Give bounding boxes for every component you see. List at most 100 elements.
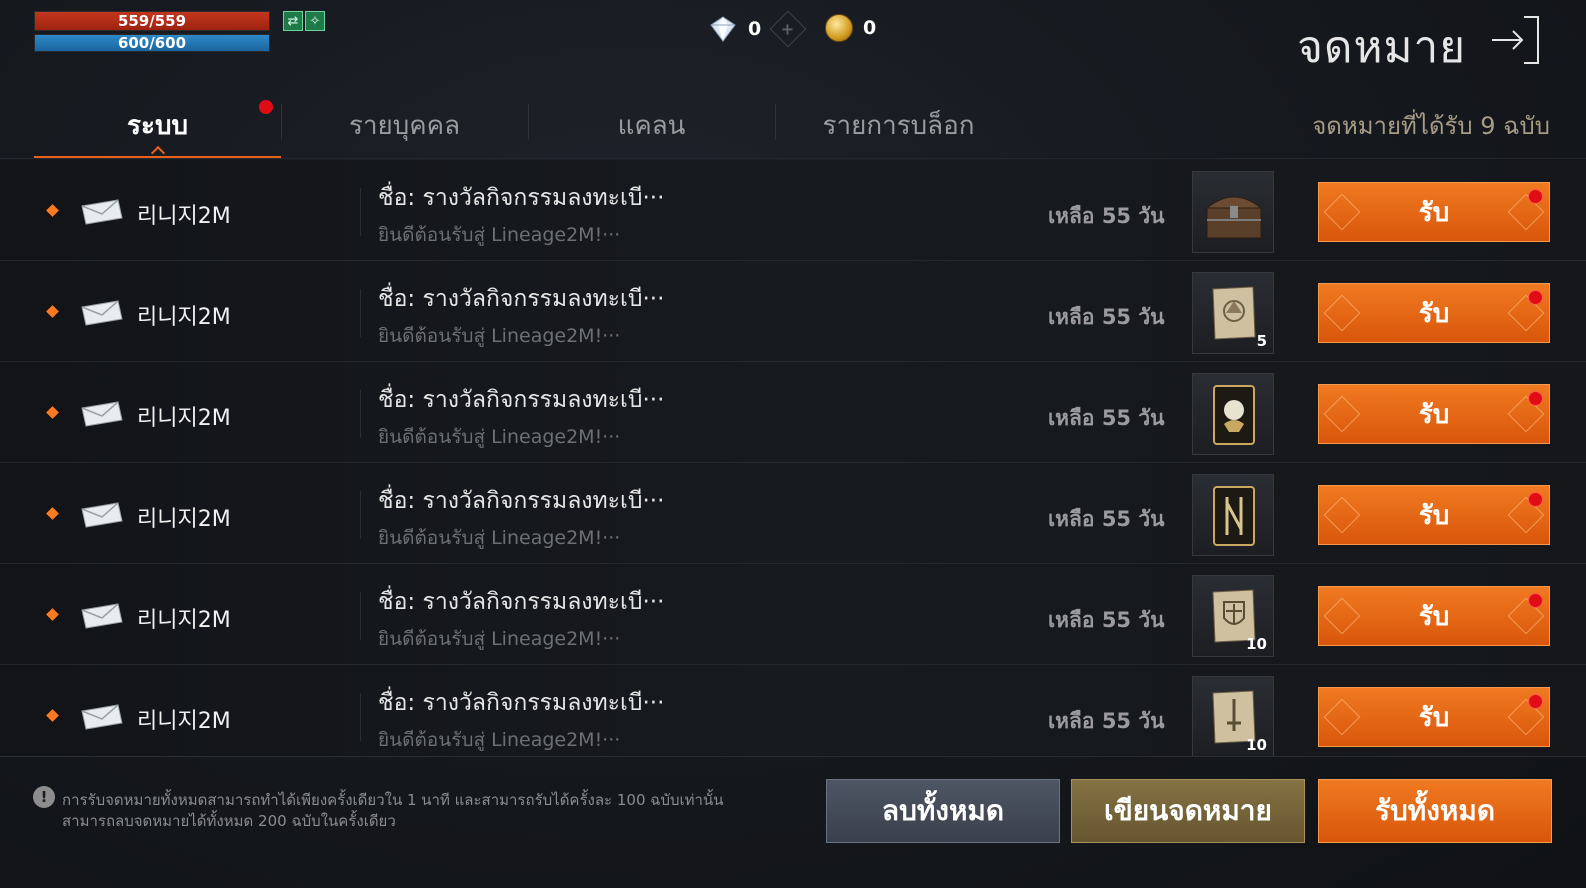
decoration (1323, 597, 1361, 635)
mp-text: 600/600 (117, 34, 187, 52)
tab-label: แคลน (617, 111, 686, 141)
mail-row[interactable]: 리니지2M ชื่อ: รางวัลกิจกรรมลงทะเบี··· ยินด… (0, 261, 1586, 362)
unread-bullet-icon (46, 608, 59, 621)
receive-button[interactable]: รับ (1318, 485, 1550, 545)
diamond-currency: 0 + (708, 10, 807, 48)
mail-row[interactable]: 리니지2M ชื่อ: รางวัลกิจกรรมลงทะเบี··· ยินด… (0, 160, 1586, 261)
notification-dot (259, 100, 273, 114)
notice-line: การรับจดหมายทั้งหมดสามารถทำได้เพียงครั้ง… (62, 791, 724, 809)
receive-button-label: รับ (1418, 702, 1450, 733)
write-mail-button[interactable]: เขียนจดหมาย (1071, 779, 1305, 843)
notification-dot (1528, 492, 1543, 507)
treasure-chest-icon (1205, 196, 1263, 239)
tab-blocklist[interactable]: รายการบล็อก (775, 92, 1022, 159)
notification-dot (1528, 593, 1543, 608)
receive-all-button[interactable]: รับทั้งหมด (1318, 779, 1552, 843)
divider (360, 693, 361, 741)
hp-text: 559/559 (117, 12, 187, 30)
mail-preview: ยินดีต้อนรับสู่ Lineage2M!··· (378, 426, 621, 448)
notification-dot (1528, 189, 1543, 204)
unread-bullet-icon (46, 406, 59, 419)
decoration (1323, 698, 1361, 736)
mail-tabs: ระบบ รายบุคคล แคลน รายการบล็อก (34, 92, 1022, 161)
receive-button-label: รับ (1418, 500, 1450, 531)
envelope-icon (81, 603, 123, 629)
tab-clan[interactable]: แคลน (528, 92, 775, 159)
tab-system[interactable]: ระบบ (34, 92, 281, 161)
notice-line: สามารถลบจดหมายได้ทั้งหมด 200 ฉบับในครั้ง… (62, 812, 396, 830)
mail-subject: ชื่อ: รางวัลกิจกรรมลงทะเบี··· (378, 488, 665, 514)
notice-text: การรับจดหมายทั้งหมดสามารถทำได้เพียงครั้ง… (62, 790, 723, 832)
mail-sender: 리니지2M (137, 507, 231, 532)
mail-subject: ชื่อ: รางวัลกิจกรรมลงทะเบี··· (378, 185, 665, 211)
reward-item-slot[interactable]: 10 (1192, 676, 1274, 756)
page-title: จดหมาย (1297, 22, 1466, 73)
reward-item-slot[interactable]: 5 (1192, 272, 1274, 354)
plus-icon: + (781, 19, 795, 39)
card-icon (1213, 385, 1255, 445)
gold-coin-icon (825, 14, 853, 42)
mail-row[interactable]: 리니지2M ชื่อ: รางวัลกิจกรรมลงทะเบี··· ยินด… (0, 665, 1586, 756)
delete-all-button[interactable]: ลบทั้งหมด (826, 779, 1060, 843)
mp-bar: 600/600 (34, 34, 270, 52)
divider (0, 756, 1586, 757)
item-quantity: 10 (1246, 635, 1267, 653)
unread-bullet-icon (46, 507, 59, 520)
mail-sender: 리니지2M (137, 406, 231, 431)
mail-sender: 리니지2M (137, 709, 231, 734)
add-diamond-button[interactable]: + (769, 10, 807, 48)
mail-sender: 리니지2M (137, 608, 231, 633)
reward-item-slot[interactable] (1192, 474, 1274, 556)
mail-list[interactable]: 리니지2M ชื่อ: รางวัลกิจกรรมลงทะเบี··· ยินด… (0, 160, 1586, 756)
gold-currency: 0 (825, 14, 876, 42)
tab-personal[interactable]: รายบุคคล (281, 92, 528, 159)
tab-label: ระบบ (127, 111, 188, 141)
notification-dot (1528, 290, 1543, 305)
envelope-icon (81, 502, 123, 528)
exit-icon[interactable] (1486, 14, 1546, 66)
unread-bullet-icon (46, 204, 59, 217)
receive-button-label: รับ (1418, 399, 1450, 430)
divider (360, 390, 361, 438)
tab-label: รายการบล็อก (822, 111, 975, 141)
divider (360, 592, 361, 640)
unread-bullet-icon (46, 305, 59, 318)
mail-sender: 리니지2M (137, 305, 231, 330)
receive-button[interactable]: รับ (1318, 687, 1550, 747)
mail-row[interactable]: 리니지2M ชื่อ: รางวัลกิจกรรมลงทะเบี··· ยินด… (0, 362, 1586, 463)
mail-expiry: เหลือ 55 วัน (1048, 507, 1165, 531)
reward-item-slot[interactable]: 10 (1192, 575, 1274, 657)
buff-wing-icon: ✧ (305, 11, 325, 31)
receive-button[interactable]: รับ (1318, 586, 1550, 646)
mail-expiry: เหลือ 55 วัน (1048, 204, 1165, 228)
receive-button[interactable]: รับ (1318, 283, 1550, 343)
receive-button[interactable]: รับ (1318, 384, 1550, 444)
unread-bullet-icon (46, 709, 59, 722)
mail-row[interactable]: 리니지2M ชื่อ: รางวัลกิจกรรมลงทะเบี··· ยินด… (0, 564, 1586, 665)
mail-count: จดหมายที่ได้รับ 9 ฉบับ (1312, 112, 1550, 140)
mail-subject: ชื่อ: รางวัลกิจกรรมลงทะเบี··· (378, 286, 665, 312)
mail-preview: ยินดีต้อนรับสู่ Lineage2M!··· (378, 224, 621, 246)
decoration (1323, 395, 1361, 433)
divider (0, 158, 1586, 159)
receive-button-label: รับ (1418, 197, 1450, 228)
divider (360, 289, 361, 337)
mail-preview: ยินดีต้อนรับสู่ Lineage2M!··· (378, 628, 621, 650)
decoration (1323, 496, 1361, 534)
notification-dot (1528, 391, 1543, 406)
mail-preview: ยินดีต้อนรับสู่ Lineage2M!··· (378, 729, 621, 751)
envelope-icon (81, 401, 123, 427)
mail-sender: 리니지2M (137, 204, 231, 229)
reward-item-slot[interactable] (1192, 171, 1274, 253)
info-icon: ! (33, 786, 55, 808)
item-quantity: 5 (1256, 332, 1267, 350)
buff-icons: ⇄ ✧ (283, 11, 325, 31)
mail-row[interactable]: 리니지2M ชื่อ: รางวัลกิจกรรมลงทะเบี··· ยินด… (0, 463, 1586, 564)
item-quantity: 10 (1246, 736, 1267, 754)
receive-button[interactable]: รับ (1318, 182, 1550, 242)
notification-dot (1528, 694, 1543, 709)
reward-item-slot[interactable] (1192, 373, 1274, 455)
hp-bar: 559/559 (34, 11, 270, 31)
diamond-icon (710, 16, 736, 42)
decoration (1323, 294, 1361, 332)
